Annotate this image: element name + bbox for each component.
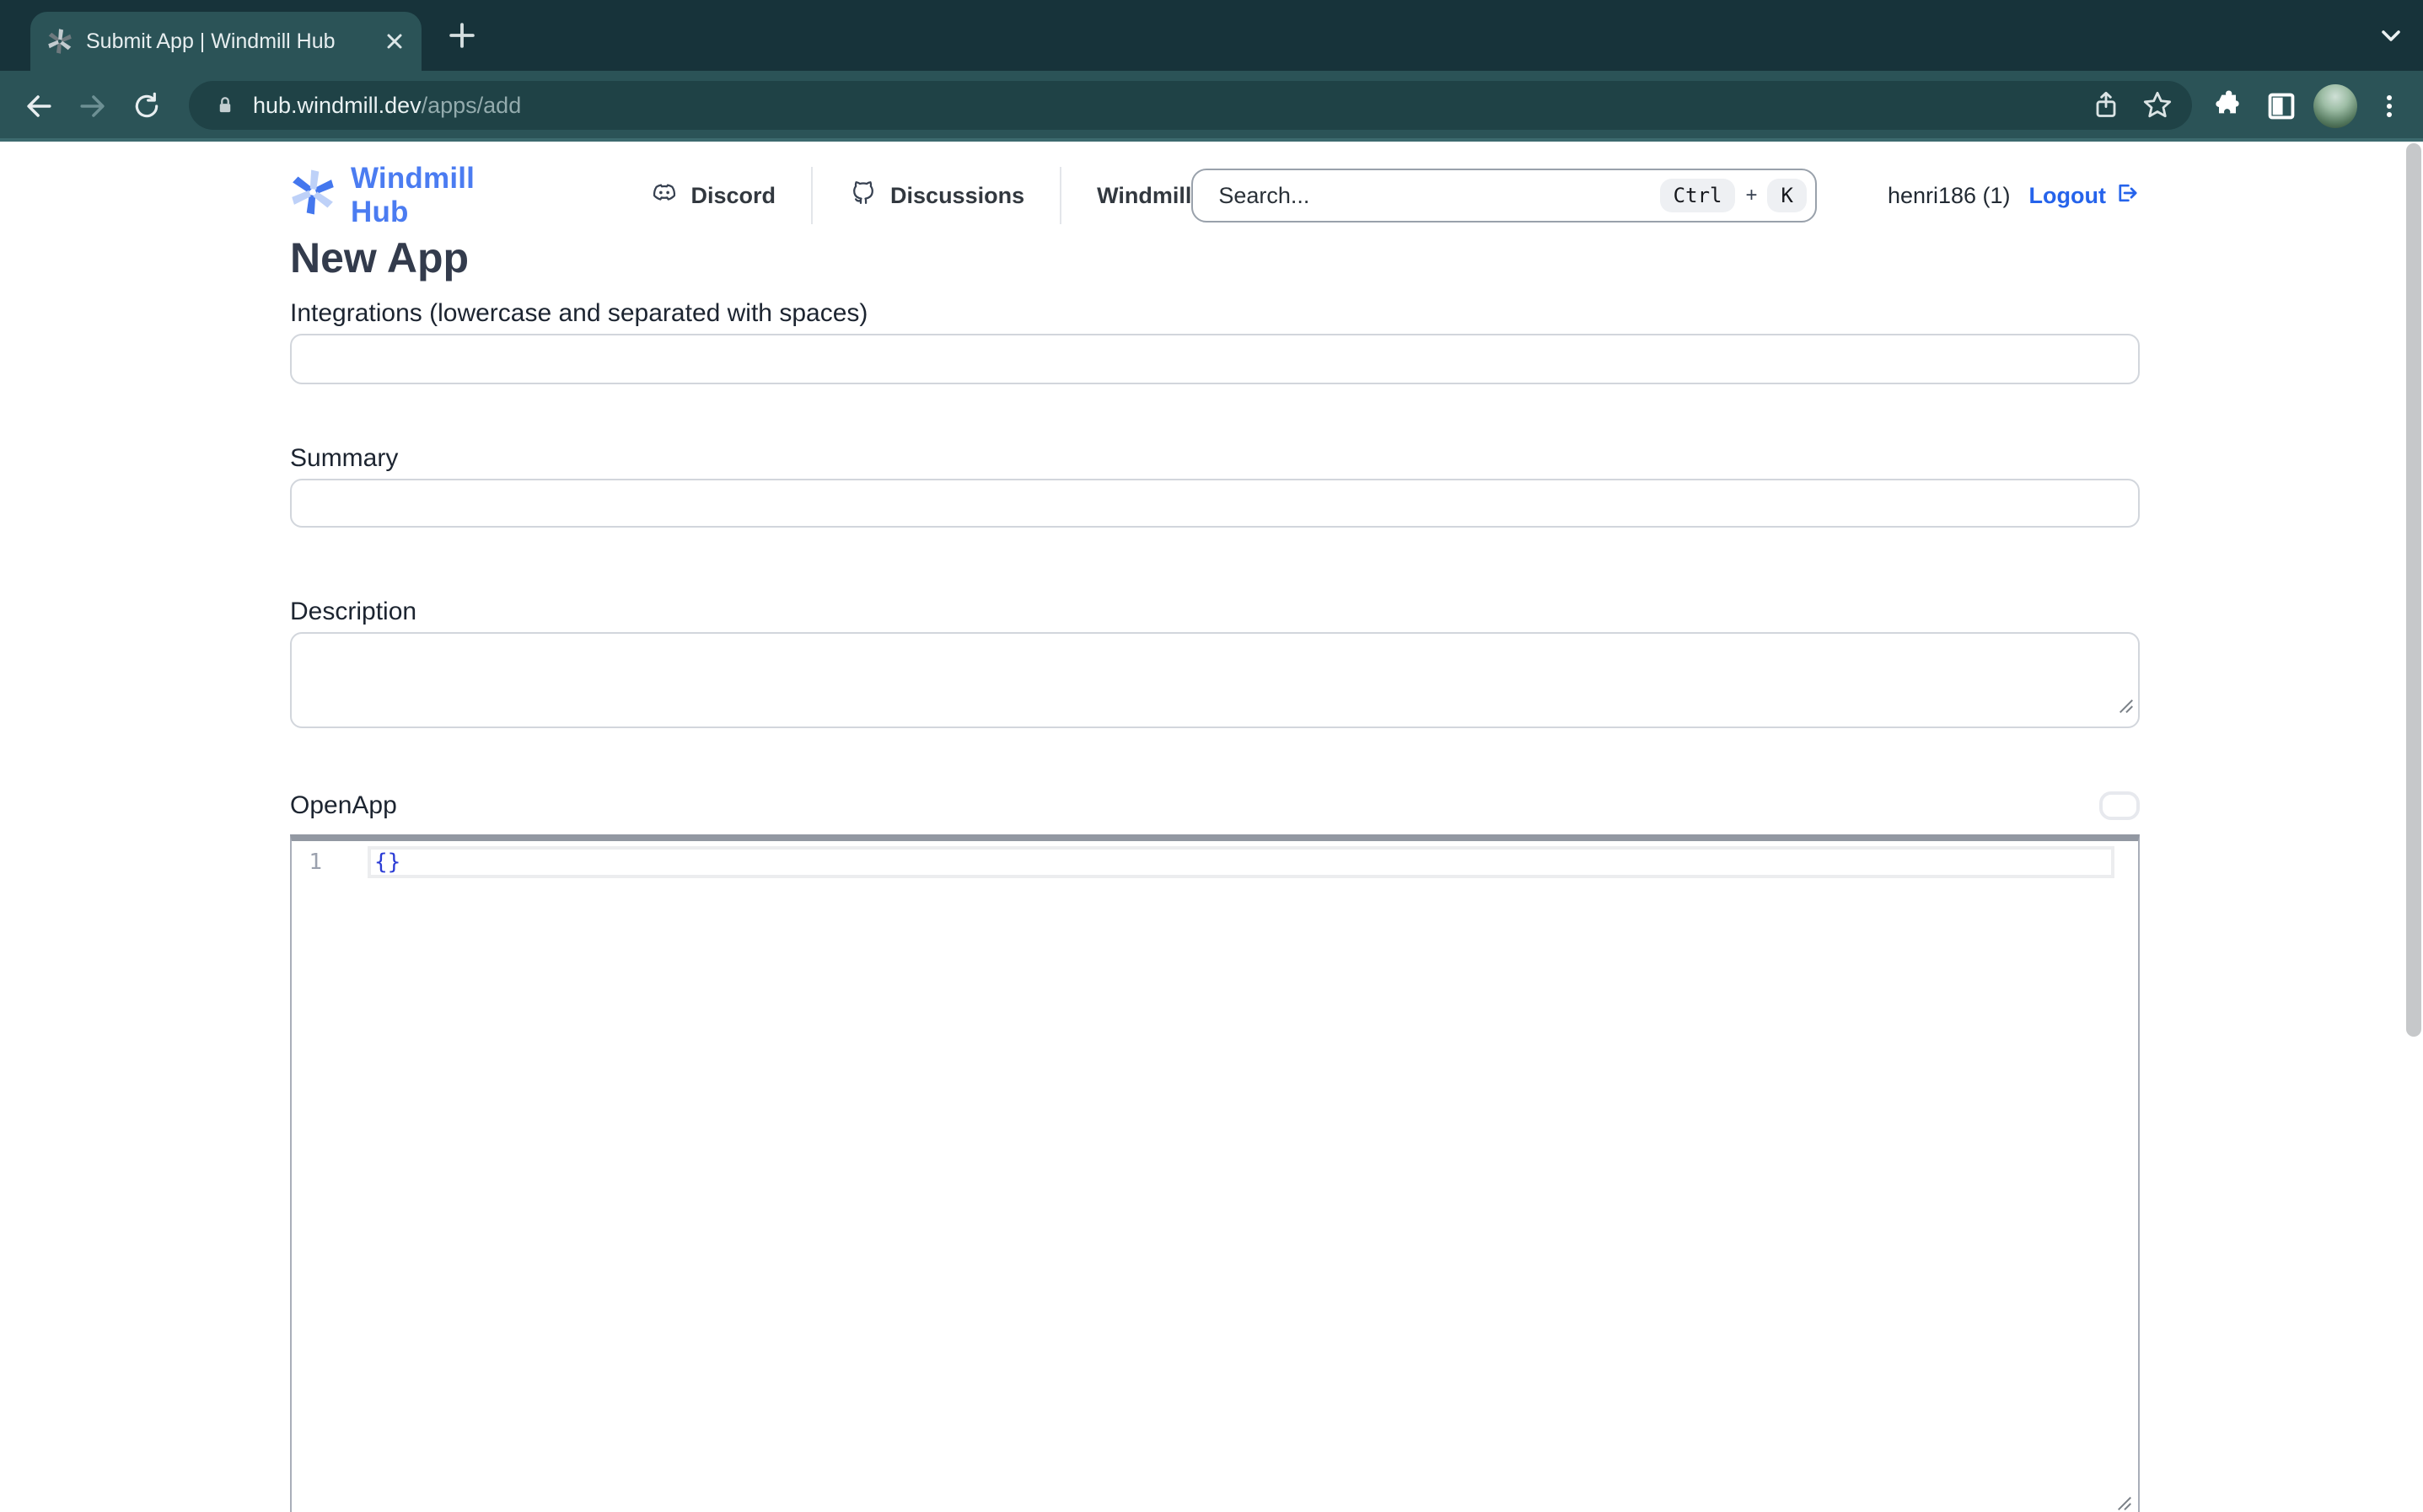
logout-icon (2113, 180, 2140, 212)
nav-divider (811, 167, 813, 224)
editor-code[interactable]: {} (374, 850, 400, 875)
tab-title: Submit App | Windmill Hub (86, 29, 381, 54)
brand-link[interactable]: Windmill Hub (290, 162, 541, 229)
browser-tab[interactable]: Submit App | Windmill Hub (30, 12, 422, 71)
url-host: hub.windmill.dev (253, 93, 422, 118)
lock-icon[interactable] (212, 93, 238, 118)
editor-resize-handle-icon[interactable] (2116, 1488, 2133, 1512)
nav-link-discord[interactable]: Discord (649, 178, 776, 214)
kbd-plus: + (1745, 184, 1757, 207)
bookmark-star-icon[interactable] (2140, 88, 2175, 123)
logout-link[interactable]: Logout (2029, 180, 2140, 212)
reload-icon[interactable] (126, 86, 167, 126)
close-tab-icon[interactable] (381, 28, 408, 55)
share-icon[interactable] (2089, 88, 2123, 122)
editor-line-number: 1 (292, 850, 322, 875)
page-scrollbar[interactable] (2406, 143, 2421, 1037)
discussions-icon (848, 178, 878, 214)
windmill-favicon-icon (47, 29, 73, 54)
browser-menu-icon[interactable] (2372, 86, 2406, 126)
discord-icon (649, 178, 680, 214)
url-path: /apps/add (422, 93, 522, 118)
page-content: Windmill Hub Discord Discussions (0, 142, 2423, 1512)
extensions-icon[interactable] (2207, 86, 2248, 126)
tab-search-chevron-icon[interactable] (2372, 19, 2410, 52)
address-bar[interactable]: hub.windmill.dev/apps/add (189, 81, 2192, 130)
new-app-form: New App Integrations (lowercase and sepa… (290, 233, 2140, 1512)
forward-icon[interactable] (73, 86, 113, 126)
site-nav: Discord Discussions Windmill (649, 167, 1192, 224)
account-area: henri186 (1) Logout (1888, 180, 2140, 212)
summary-input[interactable] (290, 479, 2140, 528)
browser-toolbar: hub.windmill.dev/apps/add (0, 71, 2423, 142)
nav-divider (1060, 167, 1061, 224)
nav-label: Windmill (1097, 183, 1191, 209)
openapp-toggle[interactable] (2099, 791, 2140, 820)
kbd-k: K (1767, 179, 1806, 212)
summary-label: Summary (290, 445, 2140, 472)
openapp-label: OpenApp (290, 792, 397, 819)
resize-handle-icon[interactable] (2118, 690, 2135, 721)
site-header: Windmill Hub Discord Discussions (290, 158, 2140, 233)
url-text: hub.windmill.dev/apps/add (253, 93, 521, 119)
kbd-ctrl: Ctrl (1660, 179, 1736, 212)
editor-current-line (368, 846, 2114, 878)
integrations-label: Integrations (lowercase and separated wi… (290, 300, 2140, 327)
openapp-code-editor[interactable]: 1 {} (290, 834, 2140, 1512)
browser-window: Submit App | Windmill Hub hub.windmill.d… (0, 0, 2423, 1512)
search-box[interactable]: Ctrl + K (1191, 169, 1817, 223)
side-panel-icon[interactable] (2261, 86, 2302, 126)
windmill-logo-icon (290, 169, 336, 222)
nav-link-discussions[interactable]: Discussions (848, 178, 1024, 214)
brand-name: Windmill Hub (351, 162, 541, 229)
new-tab-icon[interactable] (442, 15, 482, 56)
nav-label: Discord (691, 183, 776, 209)
logout-label: Logout (2029, 183, 2106, 209)
integrations-input[interactable] (290, 334, 2140, 384)
tab-strip: Submit App | Windmill Hub (0, 0, 2423, 71)
profile-avatar[interactable] (2313, 84, 2357, 128)
description-textarea[interactable] (290, 632, 2140, 728)
nav-label: Discussions (890, 183, 1024, 209)
back-icon[interactable] (19, 86, 59, 126)
description-label: Description (290, 598, 2140, 625)
username-label: henri186 (1) (1888, 183, 2011, 209)
nav-link-windmill[interactable]: Windmill (1097, 183, 1191, 209)
search-input[interactable] (1215, 181, 1659, 211)
page-title: New App (290, 233, 2140, 283)
